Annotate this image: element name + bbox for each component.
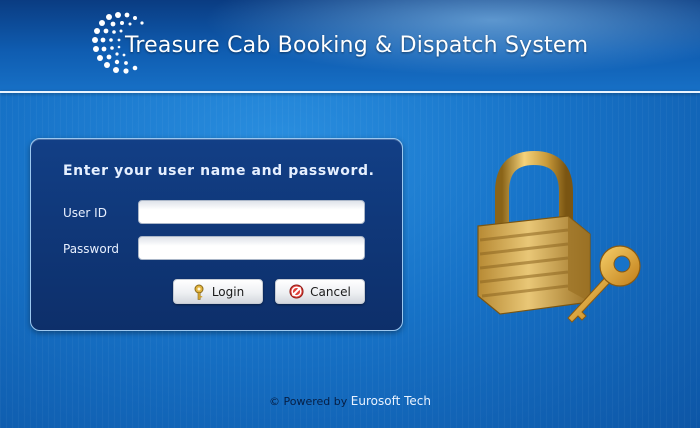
cancel-icon — [289, 284, 304, 299]
footer: © Powered by Eurosoft Tech — [0, 394, 700, 408]
login-button[interactable]: Login — [173, 279, 263, 304]
password-label: Password — [63, 242, 120, 256]
login-button-label: Login — [211, 284, 245, 299]
password-input[interactable] — [138, 236, 365, 260]
header-divider — [0, 91, 700, 93]
footer-prefix: © Powered by — [269, 395, 348, 408]
app-title: Treasure Cab Booking & Dispatch System — [125, 33, 589, 58]
footer-brand: Eurosoft Tech — [350, 394, 431, 408]
user-id-input[interactable] — [138, 200, 365, 224]
login-panel: Enter your user name and password. User … — [30, 138, 403, 331]
cancel-button[interactable]: Cancel — [275, 279, 365, 304]
header-banner: Treasure Cab Booking & Dispatch System — [0, 0, 700, 91]
key-icon — [194, 284, 204, 300]
padlock-with-key-icon — [477, 150, 641, 323]
cancel-button-label: Cancel — [310, 284, 351, 299]
user-id-label: User ID — [63, 206, 107, 220]
login-heading: Enter your user name and password. — [63, 163, 375, 179]
